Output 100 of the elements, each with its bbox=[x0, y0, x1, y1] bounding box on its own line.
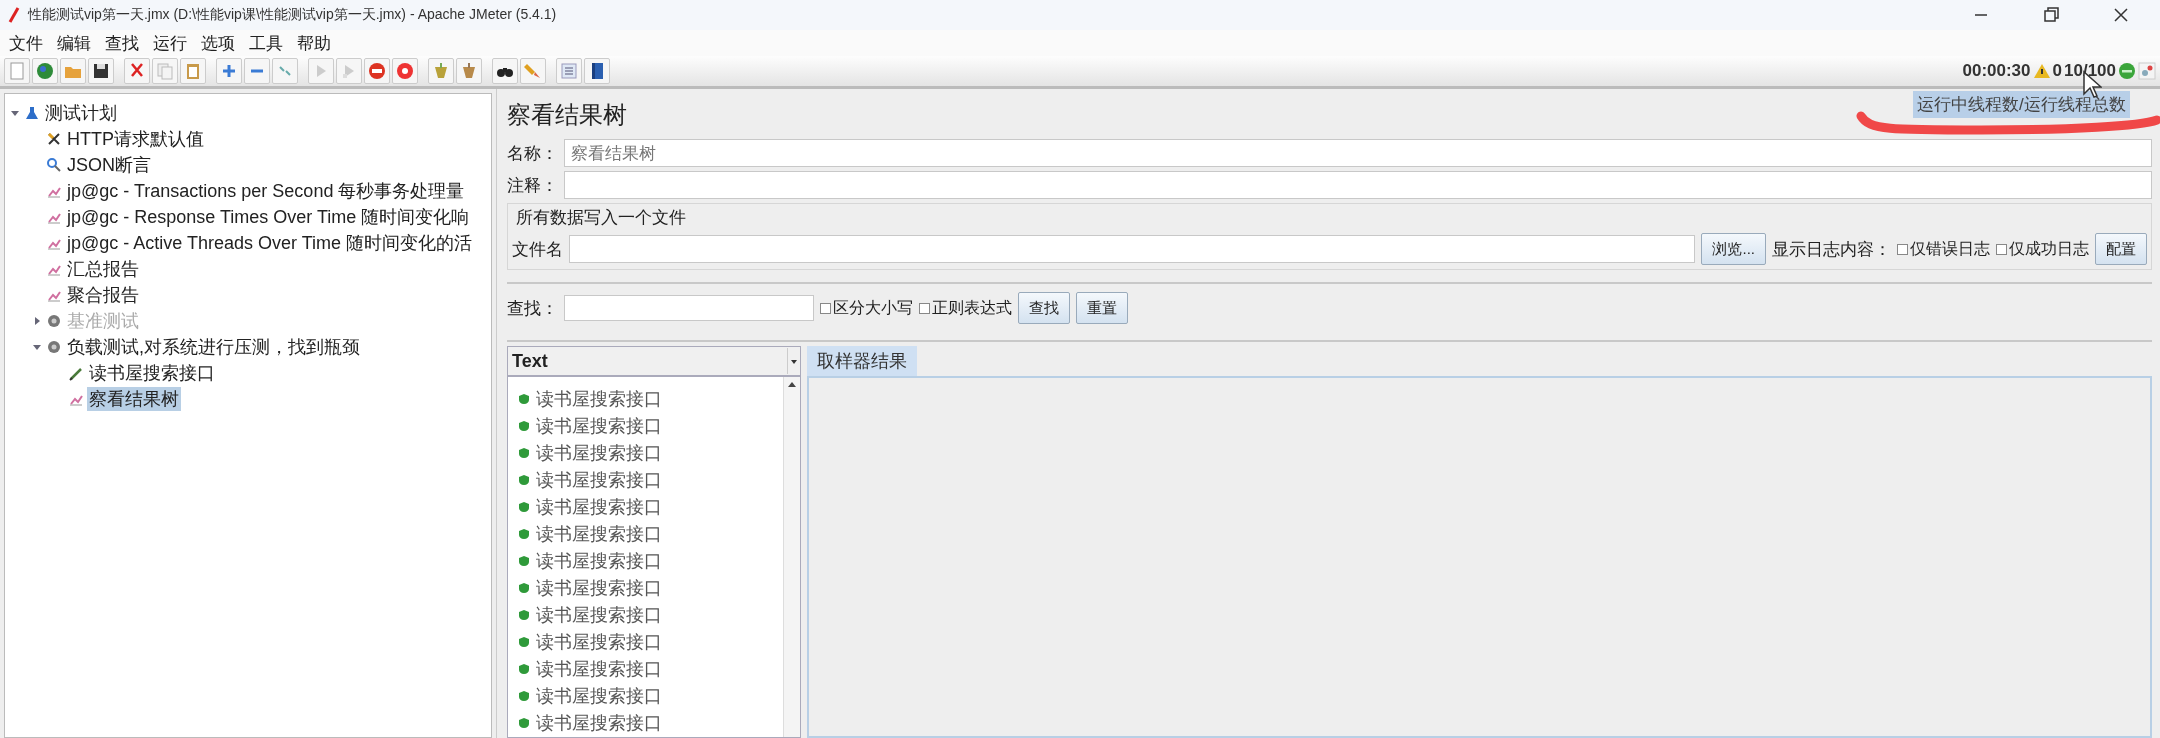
tree-item[interactable]: HTTP请求默认值 bbox=[65, 127, 206, 151]
checkbox[interactable] bbox=[820, 302, 831, 314]
result-item[interactable]: 读书屋搜索接口 bbox=[536, 575, 662, 600]
checkbox-label: 仅成功日志 bbox=[2009, 238, 2089, 259]
magnifier-icon bbox=[46, 157, 62, 173]
menu-item[interactable]: 文件 bbox=[4, 31, 48, 55]
search-field[interactable] bbox=[564, 295, 814, 321]
renderer-dropdown[interactable]: Text bbox=[508, 347, 800, 377]
toggle-icon[interactable] bbox=[272, 58, 298, 84]
result-item[interactable]: 读书屋搜索接口 bbox=[536, 629, 662, 654]
close-icon[interactable] bbox=[2112, 6, 2130, 24]
result-item[interactable]: 读书屋搜索接口 bbox=[536, 467, 662, 492]
filename-field[interactable] bbox=[569, 235, 1696, 263]
cut-icon[interactable] bbox=[124, 58, 150, 84]
result-item[interactable]: 读书屋搜索接口 bbox=[536, 602, 662, 627]
menu-item[interactable]: 工具 bbox=[244, 31, 288, 55]
tree-item[interactable]: jp@gc - Response Times Over Time 随时间变化响 bbox=[65, 205, 472, 229]
help-icon[interactable] bbox=[584, 58, 610, 84]
result-item[interactable]: 读书屋搜索接口 bbox=[536, 521, 662, 546]
menu-item[interactable]: 查找 bbox=[100, 31, 144, 55]
tree-item[interactable]: 负载测试,对系统进行压测，找到瓶颈 bbox=[65, 335, 362, 359]
success-shield-icon bbox=[518, 581, 530, 594]
thread-count: 10/100 bbox=[2064, 61, 2116, 81]
checkbox[interactable] bbox=[1897, 243, 1908, 255]
checkbox-label: 区分大小写 bbox=[833, 297, 913, 318]
flask-icon bbox=[24, 105, 40, 121]
gear-icon bbox=[46, 339, 62, 355]
field-label: 查找： bbox=[507, 297, 558, 320]
feather-icon bbox=[8, 7, 20, 23]
success-shield-icon bbox=[518, 419, 530, 432]
panel-title: 察看结果树 bbox=[507, 100, 627, 130]
tree-item[interactable]: 汇总报告 bbox=[65, 257, 141, 281]
clear-icon[interactable] bbox=[428, 58, 454, 84]
tree-item[interactable]: 读书屋搜索接口 bbox=[87, 361, 217, 385]
checkbox[interactable] bbox=[1996, 243, 2007, 255]
expand-icon[interactable] bbox=[216, 58, 242, 84]
success-shield-icon bbox=[518, 527, 530, 540]
tree-item[interactable]: JSON断言 bbox=[65, 153, 153, 177]
config-button[interactable]: 配置 bbox=[2095, 233, 2147, 265]
save-icon[interactable] bbox=[88, 58, 114, 84]
result-item[interactable]: 读书屋搜索接口 bbox=[536, 494, 662, 519]
pen-icon bbox=[68, 365, 84, 381]
success-shield-icon bbox=[518, 473, 530, 486]
reset-button[interactable]: 重置 bbox=[1076, 292, 1128, 324]
result-item[interactable]: 读书屋搜索接口 bbox=[536, 548, 662, 573]
warning-count: 0 bbox=[2052, 61, 2062, 81]
success-shield-icon bbox=[518, 446, 530, 459]
field-label: 注释： bbox=[507, 174, 558, 197]
tree-item[interactable]: 聚合报告 bbox=[65, 283, 141, 307]
success-shield-icon bbox=[518, 554, 530, 567]
shutdown-icon[interactable] bbox=[392, 58, 418, 84]
tree-item[interactable]: 测试计划 bbox=[43, 101, 119, 125]
name-field[interactable]: 察看结果树 bbox=[564, 139, 2152, 167]
comment-field[interactable] bbox=[564, 171, 2152, 199]
menu-item[interactable]: 帮助 bbox=[292, 31, 336, 55]
tab[interactable]: 取样器结果 bbox=[807, 346, 917, 376]
status-light-icon bbox=[2118, 62, 2136, 80]
tree-item[interactable]: 察看结果树 bbox=[87, 387, 181, 411]
tree-item[interactable]: jp@gc - Active Threads Over Time 随时间变化的活 bbox=[65, 231, 475, 255]
checkbox-label: 正则表达式 bbox=[932, 297, 1012, 318]
success-shield-icon bbox=[518, 608, 530, 621]
result-item[interactable]: 读书屋搜索接口 bbox=[536, 413, 662, 438]
menu-item[interactable]: 编辑 bbox=[52, 31, 96, 55]
find-button[interactable]: 查找 bbox=[1018, 292, 1070, 324]
search-icon[interactable] bbox=[492, 58, 518, 84]
start-icon[interactable] bbox=[308, 58, 334, 84]
wrench-icon bbox=[46, 131, 62, 147]
menu-item[interactable]: 选项 bbox=[196, 31, 240, 55]
field-label: 名称： bbox=[507, 142, 558, 165]
group-title: 所有数据写入一个文件 bbox=[515, 207, 687, 229]
start-no-pause-icon[interactable] bbox=[336, 58, 362, 84]
gear-icon bbox=[46, 313, 62, 329]
tooltip: 运行中线程数/运行线程总数 bbox=[1913, 91, 2130, 118]
paste-icon[interactable] bbox=[180, 58, 206, 84]
browse-button[interactable]: 浏览... bbox=[1701, 233, 1766, 265]
caret-icon[interactable] bbox=[787, 348, 800, 374]
clear-all-icon[interactable] bbox=[456, 58, 482, 84]
checkbox[interactable] bbox=[919, 302, 930, 314]
templates-icon[interactable] bbox=[32, 58, 58, 84]
result-item[interactable]: 读书屋搜索接口 bbox=[536, 440, 662, 465]
window-title: 性能测试vip第一天.jmx (D:\性能vip课\性能测试vip第一天.jmx) - Apache JMeter (5.4.1) bbox=[28, 6, 557, 24]
result-item[interactable]: 读书屋搜索接口 bbox=[536, 683, 662, 708]
checkbox-label: 仅错误日志 bbox=[1910, 238, 1990, 259]
menu-item[interactable]: 运行 bbox=[148, 31, 192, 55]
log-label: 显示日志内容： bbox=[1772, 238, 1891, 261]
restore-icon[interactable] bbox=[2042, 6, 2060, 24]
result-item[interactable]: 读书屋搜索接口 bbox=[536, 386, 662, 411]
success-shield-icon bbox=[518, 716, 530, 729]
collapse-icon[interactable] bbox=[244, 58, 270, 84]
warning-icon[interactable] bbox=[2032, 62, 2051, 80]
success-shield-icon bbox=[518, 662, 530, 675]
field-label: 文件名 bbox=[512, 238, 563, 261]
success-shield-icon bbox=[518, 635, 530, 648]
remote-icon[interactable] bbox=[2138, 62, 2156, 80]
success-shield-icon bbox=[518, 500, 530, 513]
result-item[interactable]: 读书屋搜索接口 bbox=[536, 656, 662, 681]
stop-icon[interactable] bbox=[364, 58, 390, 84]
result-item[interactable]: 读书屋搜索接口 bbox=[536, 710, 662, 735]
tree-item[interactable]: jp@gc - Transactions per Second 每秒事务处理量 bbox=[65, 179, 467, 203]
success-shield-icon bbox=[518, 392, 530, 405]
